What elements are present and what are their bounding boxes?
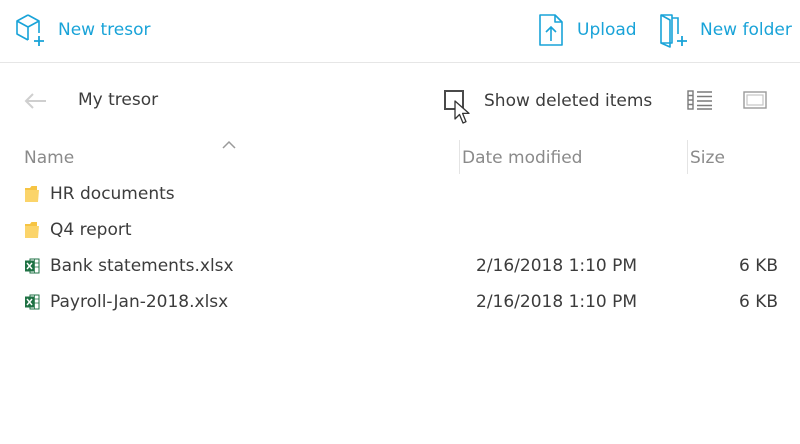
column-header-size[interactable]: Size: [690, 148, 725, 168]
file-manager: New tresor Upload New folder My tresor S…: [0, 0, 800, 444]
back-arrow-icon[interactable]: [22, 90, 48, 112]
column-divider[interactable]: [459, 140, 460, 174]
tile-view-icon[interactable]: [743, 91, 767, 109]
folder-icon: [25, 222, 39, 238]
table-row[interactable]: Payroll-Jan-2018.xlsx 2/16/2018 1:10 PM …: [0, 284, 800, 320]
mouse-pointer-icon: [454, 100, 470, 124]
show-deleted-toggle[interactable]: Show deleted items: [444, 86, 653, 124]
upload-label: Upload: [577, 20, 637, 40]
file-date: 2/16/2018 1:10 PM: [476, 256, 638, 276]
file-name: HR documents: [50, 184, 175, 204]
excel-file-icon: [25, 258, 40, 274]
new-tresor-icon: [16, 14, 44, 46]
list-view-icon[interactable]: [687, 90, 713, 110]
file-date: 2/16/2018 1:10 PM: [476, 292, 638, 312]
file-name: Bank statements.xlsx: [50, 256, 234, 276]
show-deleted-checkbox[interactable]: [444, 90, 470, 124]
new-folder-icon: [660, 14, 687, 48]
upload-icon: [539, 14, 563, 46]
folder-icon: [25, 186, 39, 202]
show-deleted-label: Show deleted items: [484, 91, 653, 111]
sort-ascending-icon: [222, 140, 236, 149]
table-header: Name Date modified Size: [0, 140, 800, 176]
new-tresor-button[interactable]: New tresor: [12, 10, 150, 50]
table-row[interactable]: Q4 report: [0, 212, 800, 248]
nav-bar: My tresor Show deleted items: [0, 80, 800, 124]
new-folder-label: New folder: [700, 20, 792, 40]
table-row[interactable]: HR documents: [0, 176, 800, 212]
file-name: Payroll-Jan-2018.xlsx: [50, 292, 229, 312]
column-header-date[interactable]: Date modified: [462, 148, 582, 168]
excel-file-icon: [25, 294, 40, 310]
file-size: 6 KB: [738, 256, 778, 276]
new-tresor-label: New tresor: [58, 20, 151, 40]
file-list: HR documents Q4 report Bank statements.x…: [0, 176, 800, 320]
toolbar: New tresor Upload New folder: [0, 0, 800, 63]
file-name: Q4 report: [50, 220, 132, 240]
breadcrumb[interactable]: My tresor: [78, 90, 158, 110]
upload-button[interactable]: Upload: [537, 10, 637, 50]
table-row[interactable]: Bank statements.xlsx 2/16/2018 1:10 PM 6…: [0, 248, 800, 284]
new-folder-button[interactable]: New folder: [658, 10, 792, 50]
column-divider[interactable]: [687, 140, 688, 174]
file-size: 6 KB: [738, 292, 778, 312]
column-header-name[interactable]: Name: [24, 148, 74, 168]
